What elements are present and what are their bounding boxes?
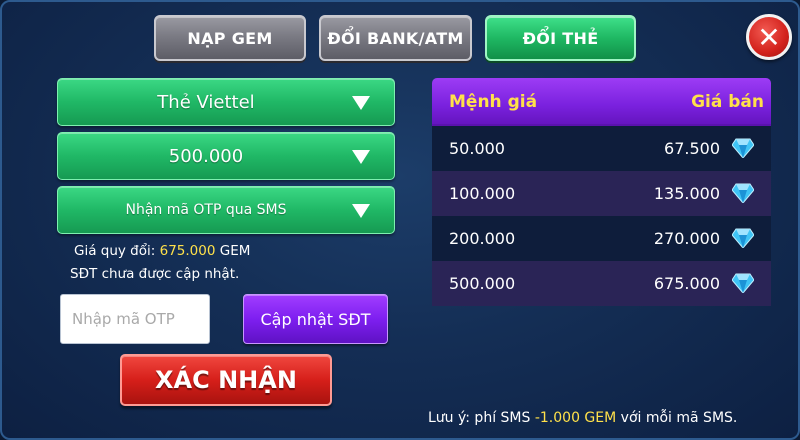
update-phone-button[interactable]: Cập nhật SĐT [243,294,388,344]
close-x-icon: ✕ [757,20,781,54]
rate-suffix: GEM [215,243,251,259]
tab-nap-gem[interactable]: NẠP GEM [154,15,306,61]
tab-doi-bank-atm-label: ĐỔI BANK/ATM [327,28,464,48]
header-sale-price: Giá bán [691,92,764,112]
card-value-select[interactable]: 500.000 [57,132,395,180]
phone-status-text: SĐT chưa được cập nhật. [70,266,240,282]
tab-nap-gem-label: NẠP GEM [187,28,273,48]
table-row: 500.000 675.000 [432,261,771,306]
rate-prefix: Giá quy đổi: [74,243,160,259]
exchange-card-dialog: NẠP GEM ĐỔI BANK/ATM ĐỔI THẺ ✕ Thẻ Viett… [0,0,800,440]
chevron-down-icon [352,204,370,218]
confirm-label: XÁC NHẬN [155,366,297,394]
row-sale-price: 135.000 [653,184,720,203]
tab-doi-the[interactable]: ĐỔI THẺ [485,15,636,61]
card-value-value: 500.000 [168,145,244,167]
otp-input[interactable] [60,294,210,344]
gem-icon [732,183,754,203]
rate-value: 675.000 [159,243,216,259]
row-face-value: 500.000 [449,274,516,293]
note-suffix: với mỗi mã SMS. [616,410,738,426]
card-type-select[interactable]: Thẻ Viettel [57,78,395,126]
table-row: 200.000 270.000 [432,216,771,261]
row-sale-price: 67.500 [664,139,720,158]
confirm-button[interactable]: XÁC NHẬN [120,354,332,406]
sms-fee-note: Lưu ý: phí SMS -1.000 GEM với mỗi mã SMS… [428,410,737,426]
row-face-value: 200.000 [449,229,516,248]
gem-icon [732,138,754,158]
note-prefix: Lưu ý: phí SMS [428,410,535,426]
chevron-down-icon [352,150,370,164]
gem-icon [732,273,754,293]
price-table-header: Mệnh giá Giá bán [432,78,771,126]
tab-doi-the-label: ĐỔI THẺ [522,28,599,48]
row-face-value: 100.000 [449,184,516,203]
close-button[interactable]: ✕ [746,14,792,60]
exchange-rate-text: Giá quy đổi: 675.000 GEM [74,243,250,259]
price-table: Mệnh giá Giá bán 50.000 67.500 100.000 1… [432,78,771,306]
chevron-down-icon [352,96,370,110]
update-phone-label: Cập nhật SĐT [260,309,371,329]
row-face-value: 50.000 [449,139,505,158]
row-sale-price: 675.000 [653,274,720,293]
row-sale-price: 270.000 [653,229,720,248]
tab-doi-bank-atm[interactable]: ĐỔI BANK/ATM [319,15,472,61]
gem-icon [732,228,754,248]
table-row: 50.000 67.500 [432,126,771,171]
note-highlight: -1.000 GEM [534,410,617,426]
card-type-value: Thẻ Viettel [157,91,255,113]
otp-method-select[interactable]: Nhận mã OTP qua SMS [57,186,395,234]
header-face-value: Mệnh giá [449,92,538,112]
otp-method-value: Nhận mã OTP qua SMS [125,202,287,218]
table-row: 100.000 135.000 [432,171,771,216]
